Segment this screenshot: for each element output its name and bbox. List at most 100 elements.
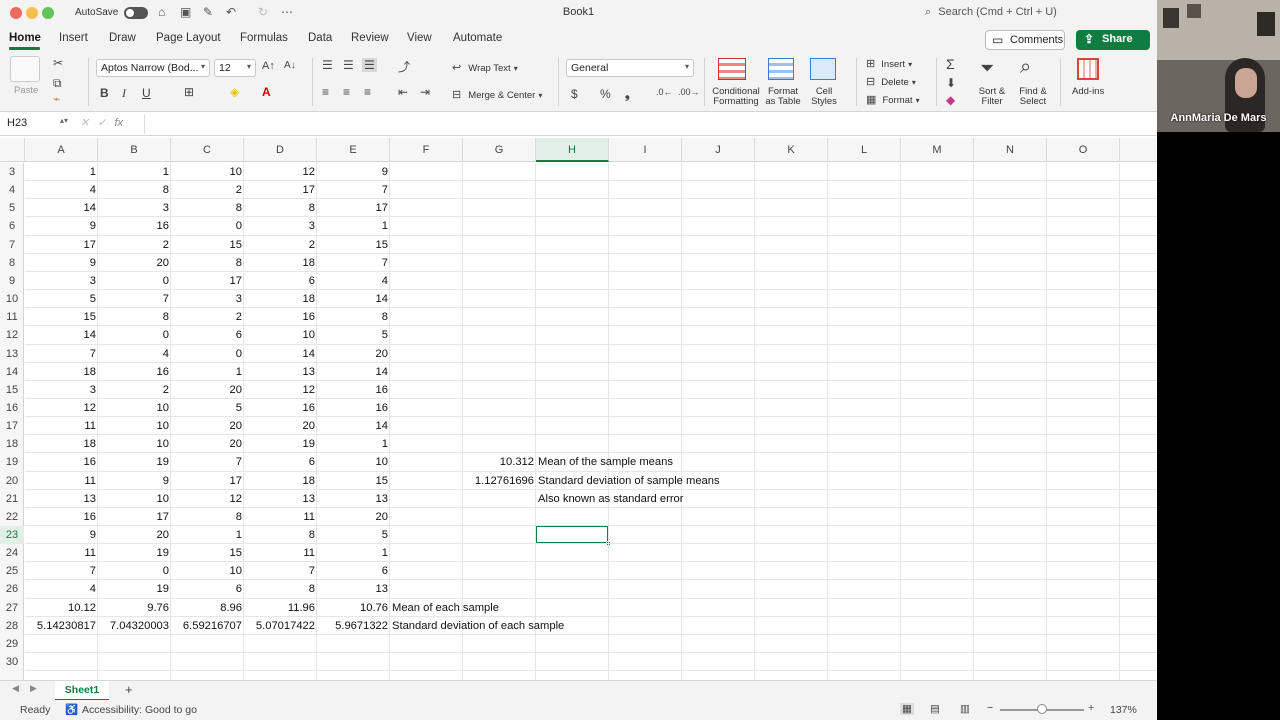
cell-b6[interactable]: 16 [98, 217, 171, 235]
cell-d12[interactable]: 10 [244, 326, 317, 344]
align-right-icon[interactable]: ≡ [364, 85, 371, 99]
decrease-decimal-icon[interactable]: .00→ [678, 87, 700, 97]
comments-button[interactable]: ▭ Comments [985, 30, 1065, 50]
row-header-29[interactable]: 29 [0, 635, 24, 653]
cell-d3[interactable]: 12 [244, 163, 317, 181]
comma-style-icon[interactable]: ❟ [625, 87, 630, 102]
cell-c19[interactable]: 7 [171, 453, 244, 471]
zoom-in-icon[interactable]: + [1088, 702, 1094, 714]
cell-h21[interactable]: Also known as standard error [536, 490, 756, 508]
cell-b24[interactable]: 19 [98, 544, 171, 562]
cell-d8[interactable]: 18 [244, 254, 317, 272]
cell-b13[interactable]: 4 [98, 345, 171, 363]
cell-d6[interactable]: 3 [244, 217, 317, 235]
cell-b4[interactable]: 8 [98, 181, 171, 199]
row-header-11[interactable]: 11 [0, 308, 24, 326]
underline-icon[interactable]: U [142, 86, 151, 100]
cell-b15[interactable]: 2 [98, 381, 171, 399]
cell-c11[interactable]: 2 [171, 308, 244, 326]
add-ins-icon[interactable] [1077, 58, 1099, 80]
increase-font-icon[interactable]: A↑ [262, 60, 275, 72]
cell-b22[interactable]: 17 [98, 508, 171, 526]
cell-d23[interactable]: 8 [244, 526, 317, 544]
accessibility-status[interactable]: Accessibility: Good to go [82, 704, 197, 716]
cell-d13[interactable]: 14 [244, 345, 317, 363]
cell-c6[interactable]: 0 [171, 217, 244, 235]
cell-c16[interactable]: 5 [171, 399, 244, 417]
tab-automate[interactable]: Automate [453, 32, 502, 44]
font-color-icon[interactable]: A [262, 85, 271, 99]
row-header-23[interactable]: 23 [0, 526, 24, 545]
cell-c3[interactable]: 10 [171, 163, 244, 181]
zoom-level[interactable]: 137% [1110, 704, 1137, 716]
sort-filter-icon[interactable]: ⏷ [980, 58, 994, 79]
increase-decimal-icon[interactable]: .0← [656, 87, 673, 97]
wrap-text-button[interactable]: ↩ Wrap Text ▾ [452, 61, 518, 74]
cell-a25[interactable]: 7 [25, 562, 98, 580]
row-header-10[interactable]: 10 [0, 290, 24, 308]
row-header-25[interactable]: 25 [0, 562, 24, 580]
cell-e23[interactable]: 5 [317, 526, 390, 544]
cell-a14[interactable]: 18 [25, 363, 98, 381]
cell-d4[interactable]: 17 [244, 181, 317, 199]
align-left-icon[interactable]: ≡ [322, 85, 329, 99]
row-header-30[interactable]: 30 [0, 653, 24, 671]
column-header-g[interactable]: G [463, 138, 536, 162]
column-header-j[interactable]: J [682, 138, 755, 162]
next-sheet-icon[interactable]: ▶ [30, 683, 37, 694]
cell-b10[interactable]: 7 [98, 290, 171, 308]
search-input[interactable]: ⌕ Search (Cmd + Ctrl + U) [925, 6, 1057, 19]
cell-a7[interactable]: 17 [25, 236, 98, 254]
column-header-o[interactable]: O [1047, 138, 1120, 162]
number-format-dropdown[interactable]: General ▾ [566, 59, 694, 77]
tab-data[interactable]: Data [308, 32, 332, 44]
cell-e10[interactable]: 14 [317, 290, 390, 308]
tab-insert[interactable]: Insert [59, 32, 88, 44]
tab-review[interactable]: Review [351, 32, 389, 44]
cell-d21[interactable]: 13 [244, 490, 317, 508]
cell-d10[interactable]: 18 [244, 290, 317, 308]
cell-d9[interactable]: 6 [244, 272, 317, 290]
cell-c28[interactable]: 6.59216707 [171, 617, 244, 635]
enter-icon[interactable]: ✓ [97, 117, 106, 129]
tab-home[interactable]: Home [9, 32, 41, 44]
cell-e20[interactable]: 15 [317, 472, 390, 490]
add-ins-label[interactable]: Add-ins [1072, 87, 1104, 97]
row-header-6[interactable]: 6 [0, 217, 24, 235]
cell-g19[interactable]: 10.312 [463, 453, 536, 471]
cell-e9[interactable]: 4 [317, 272, 390, 290]
find-select-icon[interactable]: ⌕ [1020, 56, 1031, 79]
cell-b12[interactable]: 0 [98, 326, 171, 344]
tab-draw[interactable]: Draw [109, 32, 136, 44]
cell-a12[interactable]: 14 [25, 326, 98, 344]
cell-d7[interactable]: 2 [244, 236, 317, 254]
fill-color-icon[interactable]: ◈ [230, 85, 239, 99]
cell-c22[interactable]: 8 [171, 508, 244, 526]
fx-icon[interactable]: ✕ ✓ fx [80, 116, 123, 129]
merge-center-button[interactable]: ⊟ Merge & Center ▾ [452, 88, 542, 101]
cell-c9[interactable]: 17 [171, 272, 244, 290]
cell-b21[interactable]: 10 [98, 490, 171, 508]
cell-e13[interactable]: 20 [317, 345, 390, 363]
sheet-tab-sheet1[interactable]: Sheet1 [55, 681, 109, 701]
cell-a16[interactable]: 12 [25, 399, 98, 417]
column-header-h[interactable]: H [536, 138, 609, 162]
cell-e26[interactable]: 13 [317, 580, 390, 598]
insert-cells-button[interactable]: ⊞ Insert ▾ [866, 57, 912, 70]
cell-e5[interactable]: 17 [317, 199, 390, 217]
cell-c24[interactable]: 15 [171, 544, 244, 562]
cell-a4[interactable]: 4 [25, 181, 98, 199]
cell-c4[interactable]: 2 [171, 181, 244, 199]
name-box[interactable]: H23 ▴▾ [3, 115, 70, 133]
prev-sheet-icon[interactable]: ◀ [12, 683, 19, 694]
cell-e19[interactable]: 10 [317, 453, 390, 471]
row-header-5[interactable]: 5 [0, 199, 24, 217]
cell-c20[interactable]: 17 [171, 472, 244, 490]
row-header-14[interactable]: 14 [0, 363, 24, 381]
row-header-16[interactable]: 16 [0, 399, 24, 417]
cell-d5[interactable]: 8 [244, 199, 317, 217]
cell-a24[interactable]: 11 [25, 544, 98, 562]
cell-b20[interactable]: 9 [98, 472, 171, 490]
cell-d20[interactable]: 18 [244, 472, 317, 490]
column-header-b[interactable]: B [98, 138, 171, 162]
